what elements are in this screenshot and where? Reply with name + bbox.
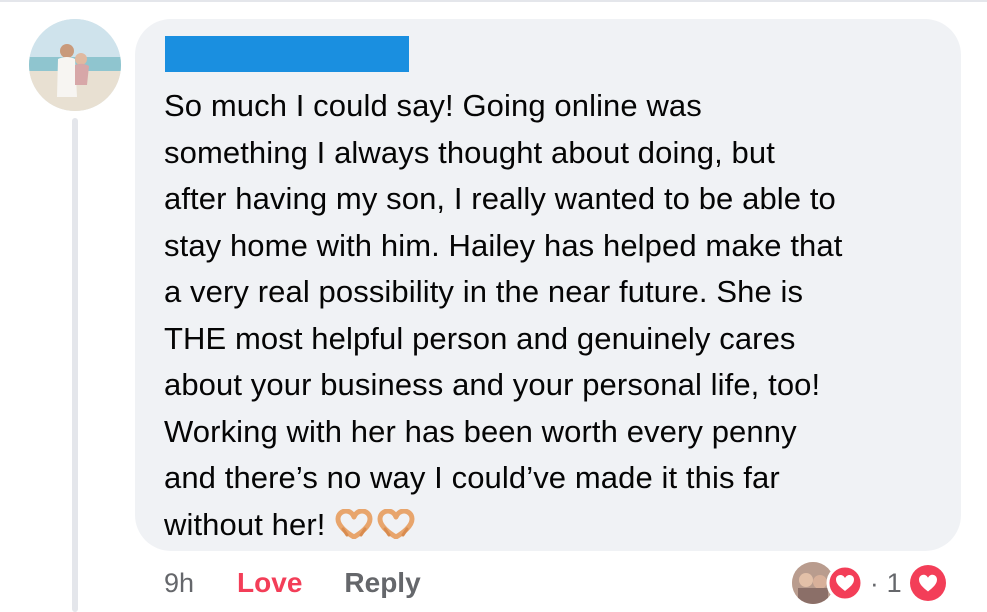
thread-line (72, 118, 78, 612)
love-reaction-icon (826, 564, 864, 602)
comment-body: So much I could say! Going online was so… (164, 83, 954, 552)
reaction-summary[interactable]: · 1 (792, 560, 948, 606)
love-button[interactable]: Love (237, 567, 302, 599)
comment-text: So much I could say! Going online was so… (164, 88, 843, 542)
comment-bubble: So much I could say! Going online was so… (135, 19, 961, 551)
comment-actions: 9h Love Reply (164, 565, 421, 601)
top-divider (0, 0, 987, 2)
reaction-count: 1 (886, 567, 902, 598)
commenter-name-redacted[interactable] (165, 36, 409, 72)
heart-hands-icon (335, 506, 373, 553)
commenter-avatar[interactable] (29, 19, 121, 111)
love-reaction-icon (909, 565, 946, 601)
separator-dot: · (870, 567, 879, 598)
timestamp[interactable]: 9h (164, 568, 194, 599)
reply-button[interactable]: Reply (344, 567, 420, 599)
avatar-photo (29, 19, 121, 111)
heart-hands-icon (377, 506, 415, 553)
